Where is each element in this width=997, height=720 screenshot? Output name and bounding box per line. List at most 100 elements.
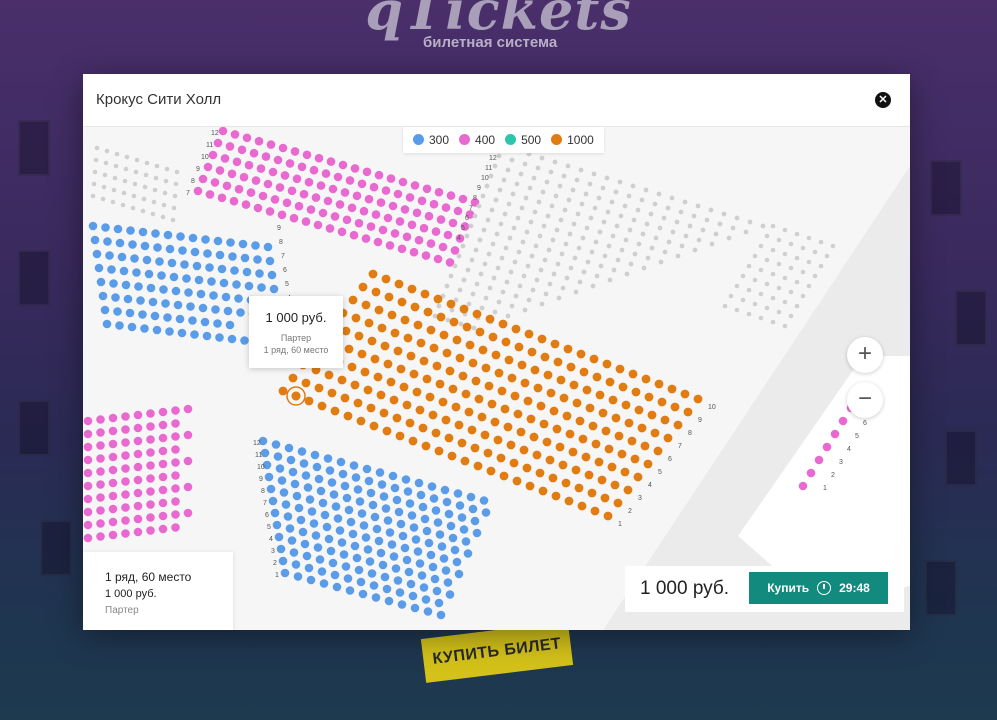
seat[interactable] (539, 155, 545, 161)
seat[interactable] (584, 470, 594, 480)
seat[interactable] (391, 564, 401, 573)
seat[interactable] (441, 566, 451, 575)
seat[interactable] (558, 460, 568, 470)
seat[interactable] (277, 476, 287, 485)
seat[interactable] (346, 517, 356, 527)
seat[interactable] (752, 301, 758, 307)
seat[interactable] (770, 295, 776, 301)
seat[interactable] (401, 475, 411, 484)
seat[interactable] (287, 186, 297, 196)
seat[interactable] (643, 459, 653, 469)
seat[interactable] (436, 215, 446, 224)
seat[interactable] (412, 387, 422, 397)
seat[interactable] (524, 329, 534, 339)
seat[interactable] (410, 181, 420, 190)
seat[interactable] (94, 263, 104, 273)
seat[interactable] (734, 307, 740, 313)
seat[interactable] (640, 441, 650, 451)
seat[interactable] (205, 263, 214, 272)
seat[interactable] (434, 598, 444, 608)
seat[interactable] (264, 472, 274, 482)
seat[interactable] (449, 317, 459, 327)
seat[interactable] (153, 243, 162, 252)
seat[interactable] (171, 286, 181, 296)
seat[interactable] (683, 407, 693, 417)
seat[interactable] (516, 249, 522, 255)
seat[interactable] (400, 205, 410, 214)
seat[interactable] (640, 231, 646, 237)
seat[interactable] (190, 247, 200, 257)
seat[interactable] (297, 447, 307, 456)
seat[interactable] (730, 225, 736, 231)
seat[interactable] (351, 313, 361, 323)
seat[interactable] (357, 349, 367, 359)
seat[interactable] (675, 253, 681, 259)
seat[interactable] (450, 246, 460, 255)
seat[interactable] (322, 522, 332, 532)
seat[interactable] (546, 247, 552, 253)
seat[interactable] (368, 500, 378, 510)
seat[interactable] (134, 157, 140, 163)
seat[interactable] (160, 214, 166, 220)
seat[interactable] (500, 289, 506, 295)
seat[interactable] (240, 253, 250, 263)
seat[interactable] (722, 303, 728, 309)
seat[interactable] (103, 160, 109, 166)
seat[interactable] (151, 199, 157, 205)
seat[interactable] (721, 211, 727, 217)
seat[interactable] (452, 263, 458, 269)
seat[interactable] (490, 417, 500, 427)
seat[interactable] (320, 510, 330, 520)
seat[interactable] (663, 433, 673, 443)
seat[interactable] (381, 504, 391, 513)
seat[interactable] (734, 215, 740, 221)
seat[interactable] (452, 335, 462, 345)
seat[interactable] (358, 589, 368, 599)
seat[interactable] (83, 533, 93, 543)
seat[interactable] (490, 241, 496, 247)
seat[interactable] (560, 285, 566, 291)
seat[interactable] (108, 517, 118, 527)
seat[interactable] (489, 207, 495, 213)
seat[interactable] (113, 224, 123, 234)
seat[interactable] (647, 410, 657, 420)
seat[interactable] (290, 479, 300, 489)
seat[interactable] (526, 297, 532, 303)
seat[interactable] (628, 369, 638, 379)
seat[interactable] (596, 195, 602, 201)
seat[interactable] (328, 184, 338, 194)
seat[interactable] (163, 313, 172, 322)
seat[interactable] (121, 490, 130, 499)
seat[interactable] (466, 492, 476, 502)
seat[interactable] (597, 229, 603, 235)
seat[interactable] (146, 526, 155, 535)
seat[interactable] (357, 509, 367, 518)
seat[interactable] (764, 233, 770, 239)
seat[interactable] (429, 199, 439, 209)
seat[interactable] (158, 511, 168, 521)
seat[interactable] (169, 272, 179, 282)
seat[interactable] (630, 454, 640, 464)
seat[interactable] (364, 194, 374, 204)
seat[interactable] (146, 283, 156, 293)
seat[interactable] (519, 205, 525, 211)
seat[interactable] (491, 350, 501, 360)
seat[interactable] (460, 243, 466, 249)
seat[interactable] (581, 452, 591, 462)
seat[interactable] (443, 578, 453, 587)
seat[interactable] (313, 543, 323, 552)
seat[interactable] (455, 501, 465, 510)
seat[interactable] (309, 519, 319, 528)
seat[interactable] (96, 519, 105, 528)
seat[interactable] (297, 162, 307, 172)
seat[interactable] (496, 299, 502, 305)
seat[interactable] (653, 446, 663, 456)
seat[interactable] (294, 503, 304, 513)
seat[interactable] (140, 241, 150, 251)
seat[interactable] (91, 181, 97, 187)
seat[interactable] (472, 528, 482, 538)
seat[interactable] (511, 324, 521, 334)
seat[interactable] (431, 428, 441, 438)
seat[interactable] (498, 319, 508, 329)
seat[interactable] (176, 232, 185, 241)
